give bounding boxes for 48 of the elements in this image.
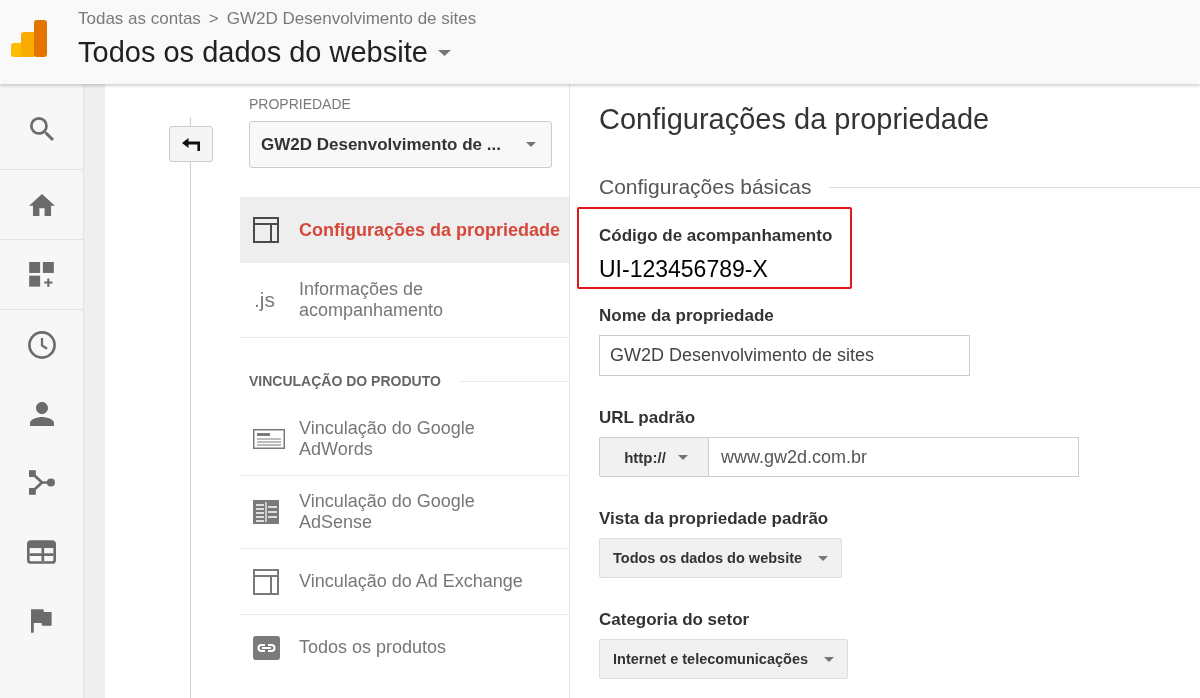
panel-icon[interactable] (27, 539, 56, 564)
menu-item[interactable]: Vinculação do Google AdWords (240, 403, 569, 475)
field-label: URL padrão (599, 408, 697, 427)
dropdown[interactable]: Internet e telecomunicações (599, 639, 848, 679)
breadcrumb-link[interactable]: GW2D Desenvolvimento de sites (226, 9, 477, 29)
search-icon[interactable] (29, 116, 54, 141)
caret-icon (526, 142, 536, 147)
text-field[interactable]: GW2D Desenvolvimento de sites (599, 335, 970, 376)
bar-logo-icon (11, 20, 47, 57)
section-heading: VINCULAÇÃO DO PRODUTO (249, 372, 441, 390)
back-button[interactable] (169, 126, 213, 162)
caret-icon (677, 454, 688, 460)
clock-icon[interactable] (27, 330, 56, 359)
link-icon (253, 635, 280, 660)
caret-icon (818, 555, 829, 561)
branch-icon[interactable] (28, 470, 55, 495)
breadcrumb-link[interactable]: Todas as contas (78, 9, 201, 29)
tiles-plus-icon[interactable] (29, 261, 54, 288)
menu-item[interactable]: Todos os produtos (240, 614, 569, 680)
layout-icon (253, 217, 279, 243)
field-label: Vista da propriedade padrão (599, 509, 830, 528)
article-icon (253, 429, 285, 449)
section-heading: Configurações básicas (599, 175, 812, 199)
field-label: Código de acompanhamento (599, 226, 834, 245)
breadcrumb-separator: > (208, 9, 219, 29)
flag-icon[interactable] (30, 608, 53, 633)
caret-icon (824, 656, 834, 662)
list-grid-icon (253, 500, 279, 524)
url-field[interactable]: www.gw2d.com.br (709, 437, 1079, 477)
section-label: PROPRIEDADE (248, 96, 352, 112)
menu-item[interactable]: Vinculação do Ad Exchange (240, 548, 569, 614)
field-label: Categoria do setor (599, 610, 751, 629)
turn-arrow-icon (182, 137, 200, 151)
person-icon[interactable] (29, 401, 54, 426)
property-dropdown[interactable]: GW2D Desenvolvimento de ... (249, 121, 552, 168)
caret-icon (437, 50, 451, 56)
home-icon[interactable] (28, 193, 55, 216)
field-label: Nome da propriedade (599, 306, 775, 325)
layout-icon (253, 568, 279, 595)
page-title: Configurações da propriedade (599, 103, 991, 135)
protocol-dropdown[interactable]: http:// (599, 437, 709, 477)
menu-item[interactable]: Vinculação do Google AdSense (240, 475, 569, 548)
menu-item[interactable]: Configurações da propriedade (240, 197, 569, 263)
script-icon: .js (254, 288, 275, 312)
dropdown[interactable]: Todos os dados do website (599, 538, 843, 578)
view-selector[interactable]: Todos os dados do website (78, 35, 451, 69)
tracking-id: UI-123456789-X (599, 256, 769, 282)
menu-item[interactable]: .js Informações de acompanhamento (240, 263, 569, 337)
